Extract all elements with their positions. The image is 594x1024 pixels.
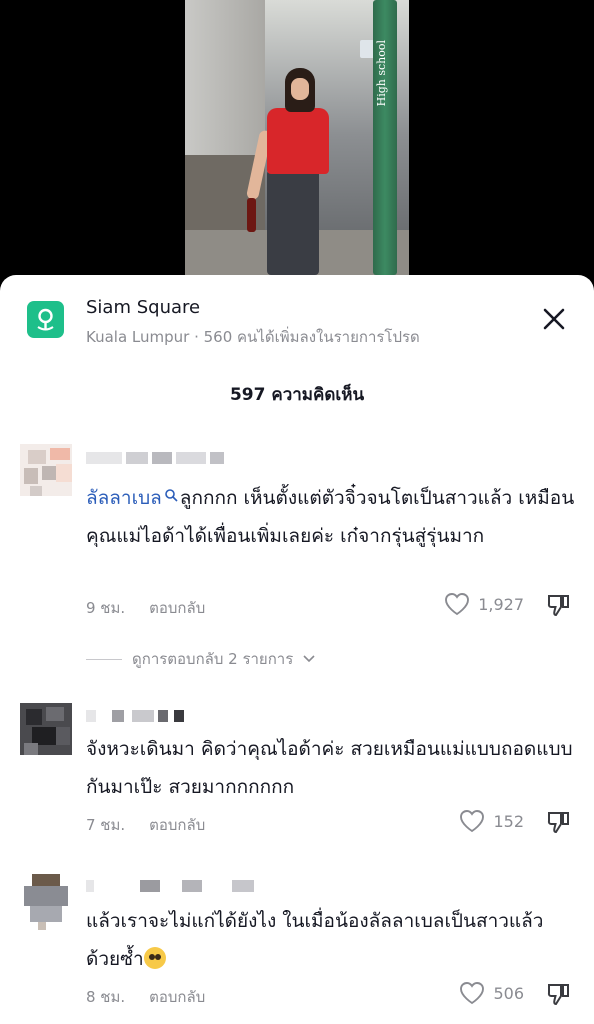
dislike-button[interactable] bbox=[546, 592, 572, 622]
like-button[interactable]: 1,927 bbox=[444, 592, 524, 616]
bottle bbox=[247, 198, 256, 232]
avatar[interactable] bbox=[20, 703, 72, 755]
comment-item: จังหวะเดินมา คิดว่าคุณไอด้าค่ะ สวยเหมือน… bbox=[0, 700, 594, 850]
location-title: Siam Square bbox=[86, 297, 201, 318]
avatar[interactable] bbox=[20, 872, 72, 930]
map-pin-icon bbox=[27, 301, 64, 338]
dislike-button[interactable] bbox=[546, 981, 572, 1011]
pleading-face-emoji bbox=[143, 947, 166, 969]
location-header[interactable]: Siam Square Kuala Lumpur · 560 คนได้เพิ่… bbox=[0, 275, 594, 365]
view-replies-button[interactable]: ดูการตอบกลับ 2 รายการ bbox=[86, 647, 315, 671]
reply-button[interactable]: ตอบกลับ bbox=[149, 599, 205, 617]
like-count: 152 bbox=[493, 811, 524, 831]
heart-icon bbox=[460, 982, 485, 1005]
dislike-button[interactable] bbox=[546, 809, 572, 839]
video-frame: High school bbox=[185, 0, 409, 300]
close-icon bbox=[543, 308, 565, 330]
like-count: 1,927 bbox=[478, 594, 524, 614]
comment-meta: 8 ชม. ตอบกลับ bbox=[86, 985, 205, 1009]
like-button[interactable]: 152 bbox=[459, 809, 524, 833]
comments-sheet: Siam Square Kuala Lumpur · 560 คนได้เพิ่… bbox=[0, 275, 594, 1024]
reply-button[interactable]: ตอบกลับ bbox=[149, 988, 205, 1006]
heart-icon bbox=[445, 593, 470, 616]
comment-text: ลัลลาเบล ลูกกกก เห็นตั้งแต่ตัวจิ๋วจนโตเป็… bbox=[86, 477, 576, 555]
reply-button[interactable]: ตอบกลับ bbox=[149, 816, 205, 834]
comment-item: ลัลลาเบล ลูกกกก เห็นตั้งแต่ตัวจิ๋วจนโตเป็… bbox=[0, 440, 594, 670]
video-player[interactable]: High school bbox=[0, 0, 594, 300]
comment-meta: 7 ชม. ตอบกลับ bbox=[86, 813, 205, 837]
thumbs-down-icon bbox=[547, 984, 569, 1006]
divider-line bbox=[86, 658, 122, 660]
comments-count: 597 ความคิดเห็น bbox=[229, 385, 365, 405]
thumbs-down-icon bbox=[547, 595, 569, 617]
chevron-down-icon bbox=[303, 655, 315, 663]
close-button[interactable] bbox=[538, 303, 570, 335]
search-icon[interactable] bbox=[164, 477, 178, 515]
comment-item: แล้วเราจะไม่แก่ได้ยังไง ในเมื่อน้องลัลลา… bbox=[0, 870, 594, 1024]
pole-text: High school bbox=[375, 40, 388, 107]
girl-pants bbox=[267, 170, 319, 275]
comment-time: 9 ชม. bbox=[86, 599, 126, 617]
girl-face bbox=[291, 78, 309, 100]
girl-shirt bbox=[267, 108, 329, 174]
like-button[interactable]: 506 bbox=[459, 981, 524, 1005]
heart-icon bbox=[460, 810, 485, 833]
location-subtitle: Kuala Lumpur · 560 คนได้เพิ่มลงในรายการโ… bbox=[86, 328, 420, 346]
like-count: 506 bbox=[493, 983, 524, 1003]
comment-text: แล้วเราจะไม่แก่ได้ยังไง ในเมื่อน้องลัลลา… bbox=[86, 902, 576, 978]
comment-time: 7 ชม. bbox=[86, 816, 126, 834]
avatar[interactable] bbox=[20, 444, 72, 496]
comment-meta: 9 ชม. ตอบกลับ bbox=[86, 596, 205, 620]
comment-time: 8 ชม. bbox=[86, 988, 126, 1006]
view-replies-label: ดูการตอบกลับ 2 รายการ bbox=[132, 650, 294, 668]
thumbs-down-icon bbox=[547, 812, 569, 834]
mention-link[interactable]: ลัลลาเบล bbox=[86, 487, 162, 509]
comment-text: จังหวะเดินมา คิดว่าคุณไอด้าค่ะ สวยเหมือน… bbox=[86, 738, 573, 798]
